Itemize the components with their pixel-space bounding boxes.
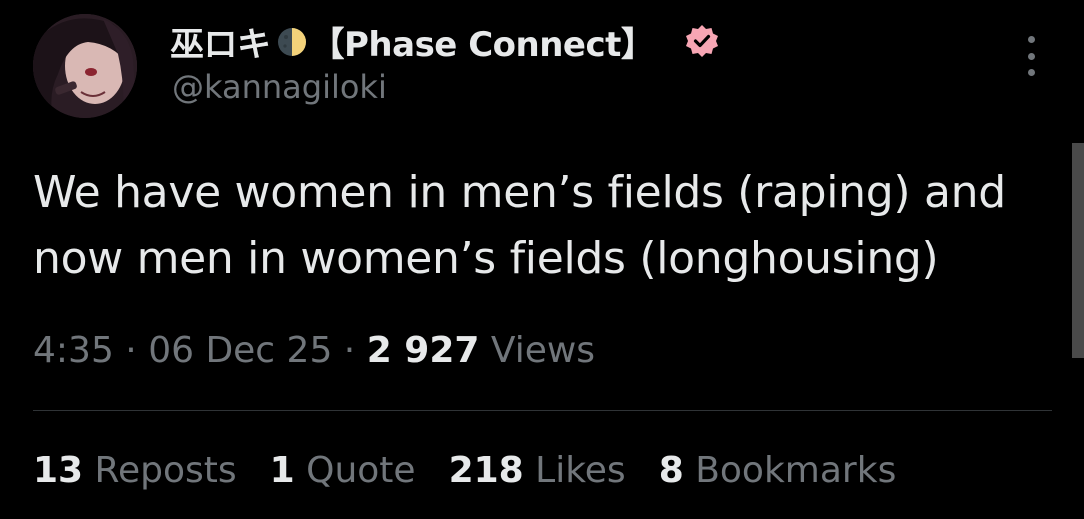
avatar[interactable] bbox=[33, 14, 137, 118]
tweet-meta: 4:35 · 06 Dec 25 · 2 927 Views bbox=[33, 330, 595, 371]
verified-badge-icon[interactable] bbox=[684, 23, 720, 59]
author-display-name[interactable]: 巫ロキ 【Phase Connect】 bbox=[170, 14, 720, 68]
reposts-count: 13 bbox=[33, 450, 84, 491]
likes-count: 218 bbox=[448, 450, 524, 491]
quotes-label: Quote bbox=[294, 450, 416, 491]
engagement-stats: 13 Reposts 1 Quote 218 Likes 8 Bookmarks bbox=[33, 450, 896, 491]
author-name[interactable]: 巫ロキ bbox=[170, 17, 271, 66]
tweet-date[interactable]: 06 Dec 25 bbox=[148, 330, 332, 371]
half-moon-icon bbox=[277, 26, 307, 56]
tweet-time[interactable]: 4:35 bbox=[33, 330, 114, 371]
scrollbar[interactable] bbox=[1072, 143, 1084, 358]
dot bbox=[1027, 52, 1035, 60]
quotes-count: 1 bbox=[269, 450, 295, 491]
views-count: 2 927 bbox=[366, 330, 480, 371]
tweet-line: We have women in men’s fields (raping) a… bbox=[33, 167, 1006, 218]
views-label: Views bbox=[479, 330, 596, 371]
tweet-line: now men in women’s fields (longhousing) bbox=[33, 233, 939, 284]
likes-stat[interactable]: 218 Likes bbox=[449, 450, 626, 491]
bookmarks-stat[interactable]: 8 Bookmarks bbox=[659, 450, 897, 491]
bookmarks-label: Bookmarks bbox=[683, 450, 897, 491]
more-options-icon[interactable] bbox=[1018, 36, 1044, 76]
separator: · bbox=[332, 330, 367, 371]
quotes-stat[interactable]: 1 Quote bbox=[270, 450, 416, 491]
bookmarks-count: 8 bbox=[658, 450, 684, 491]
divider bbox=[33, 410, 1052, 411]
reposts-label: Reposts bbox=[83, 450, 237, 491]
author-affiliation: 【Phase Connect】 bbox=[310, 24, 655, 65]
separator: · bbox=[113, 330, 149, 371]
likes-label: Likes bbox=[523, 450, 626, 491]
tweet-text: We have women in men’s fields (raping) a… bbox=[33, 160, 1053, 292]
dot bbox=[1027, 36, 1035, 43]
author-handle[interactable]: @kannagiloki bbox=[172, 68, 387, 106]
dot bbox=[1027, 69, 1035, 76]
reposts-stat[interactable]: 13 Reposts bbox=[33, 450, 237, 491]
